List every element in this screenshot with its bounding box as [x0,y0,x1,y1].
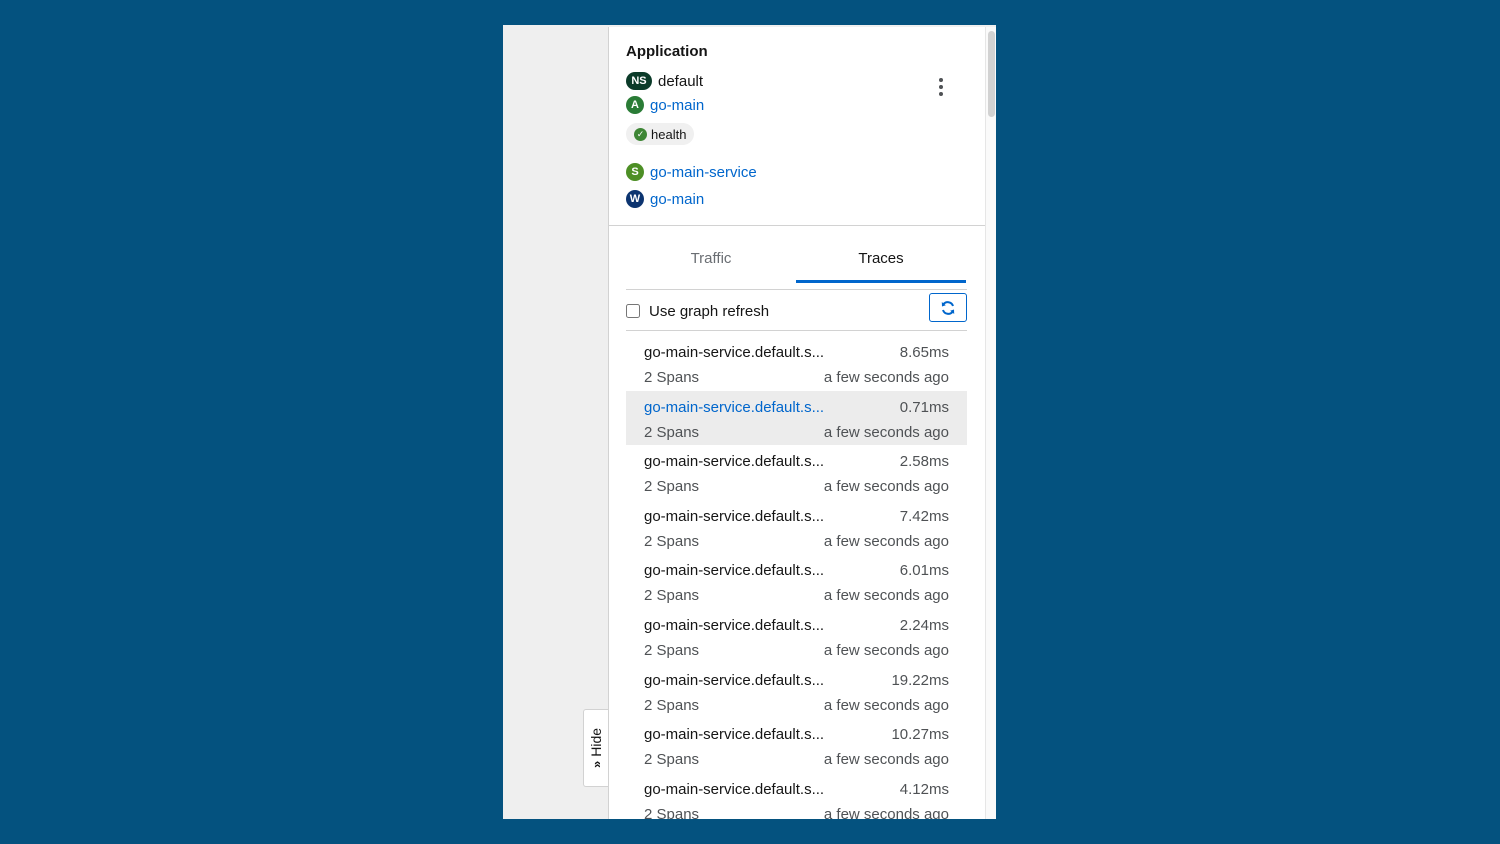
trace-time: a few seconds ago [823,641,949,659]
trace-duration: 0.71ms [899,398,949,416]
trace-spans: 2 Spans [644,587,700,605]
trace-time: a few seconds ago [823,751,949,769]
trace-name: go-main-service.default.s... [644,398,825,416]
trace-duration: 7.42ms [899,507,949,525]
trace-name: go-main-service.default.s... [644,453,825,471]
service-badge: S [626,163,644,181]
workload-link[interactable]: go-main [650,191,704,208]
tab-traffic[interactable]: Traffic [626,241,796,281]
hide-panel-toggle[interactable]: » Hide [583,709,608,787]
app-row: A go-main [626,96,704,114]
trace-name: go-main-service.default.s... [644,616,825,634]
side-panel: Application NS default A go-main ✓ healt… [608,27,985,819]
trace-item[interactable]: go-main-service.default.s... 6.01ms 2 Spa… [626,554,967,609]
trace-time: a few seconds ago [823,587,949,605]
trace-item[interactable]: go-main-service.default.s... 4.12ms 2 Spa… [626,773,967,819]
namespace-row: NS default [626,72,703,90]
trace-spans: 2 Spans [644,478,700,496]
workload-badge: W [626,190,644,208]
panel-header: Application [626,43,708,60]
trace-time: a few seconds ago [823,532,949,550]
trace-item[interactable]: go-main-service.default.s... 8.65ms 2 Spa… [626,336,967,391]
trace-item[interactable]: go-main-service.default.s... 2.58ms 2 Spa… [626,445,967,500]
scrollbar-thumb[interactable] [988,31,995,117]
double-chevron-right-icon: » [588,760,604,769]
graph-area[interactable] [503,25,608,819]
trace-spans: 2 Spans [644,641,700,659]
trace-name: go-main-service.default.s... [644,671,825,689]
trace-name: go-main-service.default.s... [644,726,825,744]
service-row: S go-main-service [626,163,757,181]
health-badge: ✓ health [626,123,695,145]
hide-label: Hide [588,727,604,757]
health-label: health [651,126,687,142]
trace-item[interactable]: go-main-service.default.s... 19.22ms 2 Sp… [626,664,967,719]
trace-item[interactable]: go-main-service.default.s... 2.24ms 2 Spa… [626,609,967,664]
trace-name: go-main-service.default.s... [644,507,825,525]
trace-duration: 19.22ms [891,671,949,689]
trace-time: a few seconds ago [823,478,949,496]
app-frame: » Hide Application NS default A go-main … [503,25,996,819]
use-graph-refresh-label: Use graph refresh [649,302,770,320]
refresh-controls: Use graph refresh [626,292,967,330]
check-circle-icon: ✓ [634,127,647,141]
sync-icon [941,300,955,315]
trace-spans: 2 Spans [644,696,700,714]
trace-spans: 2 Spans [644,532,700,550]
trace-name: go-main-service.default.s... [644,780,825,798]
trace-time: a few seconds ago [823,423,949,441]
trace-duration: 2.24ms [899,616,949,634]
trace-spans: 2 Spans [644,369,700,386]
tabs-divider [626,289,967,290]
kebab-menu-icon[interactable] [935,77,947,97]
trace-duration: 6.01ms [899,562,949,580]
trace-time: a few seconds ago [823,696,949,714]
trace-duration: 2.58ms [899,453,949,471]
namespace-badge: NS [626,72,652,90]
app-badge: A [626,96,644,114]
trace-time: a few seconds ago [823,805,949,819]
panel-scrollbar[interactable] [985,27,996,819]
controls-divider [626,330,967,331]
tab-traces[interactable]: Traces [796,241,966,283]
trace-name: go-main-service.default.s... [644,344,825,361]
trace-list: go-main-service.default.s... 8.65ms 2 Spa… [626,336,967,819]
trace-name: go-main-service.default.s... [644,562,825,580]
trace-item[interactable]: go-main-service.default.s... 7.42ms 2 Spa… [626,500,967,555]
trace-spans: 2 Spans [644,805,700,819]
trace-spans: 2 Spans [644,423,700,441]
panel-tabs: Traffic Traces [626,241,967,283]
trace-time: a few seconds ago [823,369,949,386]
workload-row: W go-main [626,190,704,208]
trace-item-selected[interactable]: go-main-service.default.s... 0.71ms 2 Spa… [626,390,967,446]
section-divider [609,225,985,226]
app-link[interactable]: go-main [650,97,704,114]
service-link[interactable]: go-main-service [650,164,757,181]
trace-duration: 8.65ms [899,344,949,361]
trace-spans: 2 Spans [644,751,700,769]
trace-duration: 4.12ms [899,780,949,798]
use-graph-refresh-checkbox[interactable] [626,304,640,318]
trace-item[interactable]: go-main-service.default.s... 10.27ms 2 Sp… [626,718,967,773]
namespace-name: default [658,72,704,90]
trace-duration: 10.27ms [891,726,949,744]
refresh-button[interactable] [929,293,967,322]
